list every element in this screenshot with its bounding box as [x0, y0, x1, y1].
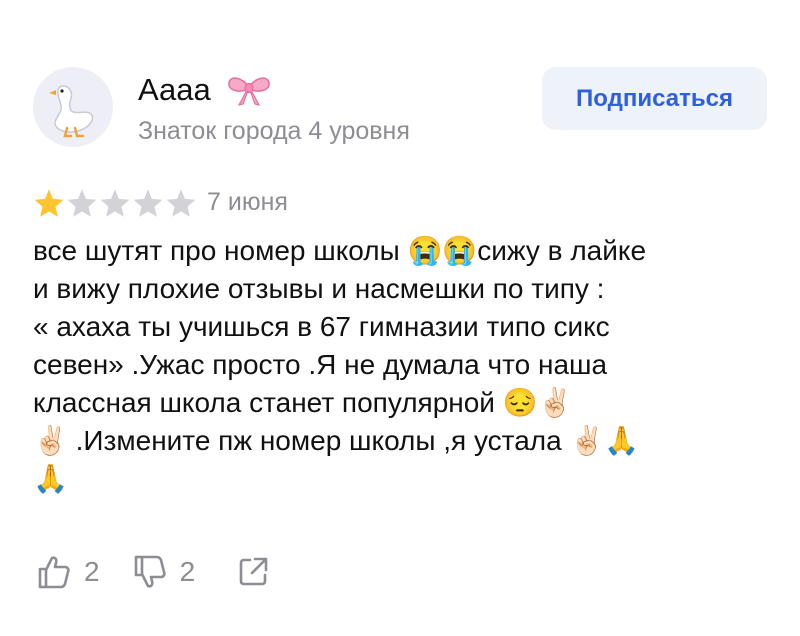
like-count: 2 [84, 556, 100, 587]
review-line: « ахаха ты учишься в 67 гимназии типо си… [33, 311, 610, 342]
review-line: 🙏 [33, 463, 68, 494]
review-line: все шутят про номер школы 😭😭сижу в лайке [33, 235, 647, 266]
review-text: все шутят про номер школы 😭😭сижу в лайке… [33, 232, 773, 498]
thumbs-up-icon [38, 556, 70, 589]
star-icon-empty [100, 189, 130, 217]
user-level: Знаток города 4 уровня [138, 117, 410, 145]
share-button[interactable] [235, 554, 271, 590]
share-icon [239, 557, 268, 586]
star-icon-empty [67, 189, 97, 217]
review-line: и вижу плохие отзывы и насмешки по типу … [33, 273, 605, 304]
review-line: севен» .Ужас просто .Я не думала что наш… [33, 349, 608, 380]
star-icon-empty [133, 189, 163, 217]
thumbs-down-icon [134, 555, 166, 588]
star-icon-filled [34, 189, 64, 217]
rating-stars [33, 188, 197, 218]
star-icon-empty [166, 189, 196, 217]
review-card: Аааа Знаток города 4 уровня Подписаться … [0, 0, 800, 636]
subscribe-button[interactable]: Подписаться [542, 67, 767, 130]
like-button[interactable]: 2 [34, 552, 100, 592]
review-line: классная школа станет популярной 😔✌🏻 [33, 387, 573, 418]
review-actions: 2 2 [34, 552, 271, 592]
review-line: ✌🏻 .Измените пж номер школы ,я устала ✌🏻… [33, 425, 640, 456]
user-avatar[interactable] [33, 67, 113, 147]
goose-icon [49, 85, 94, 138]
dislike-count: 2 [179, 556, 196, 587]
dislike-button[interactable]: 2 [130, 552, 196, 592]
user-name[interactable]: Аааа [138, 70, 211, 110]
review-date: 7 июня [207, 188, 288, 216]
bow-emoji [228, 77, 270, 106]
